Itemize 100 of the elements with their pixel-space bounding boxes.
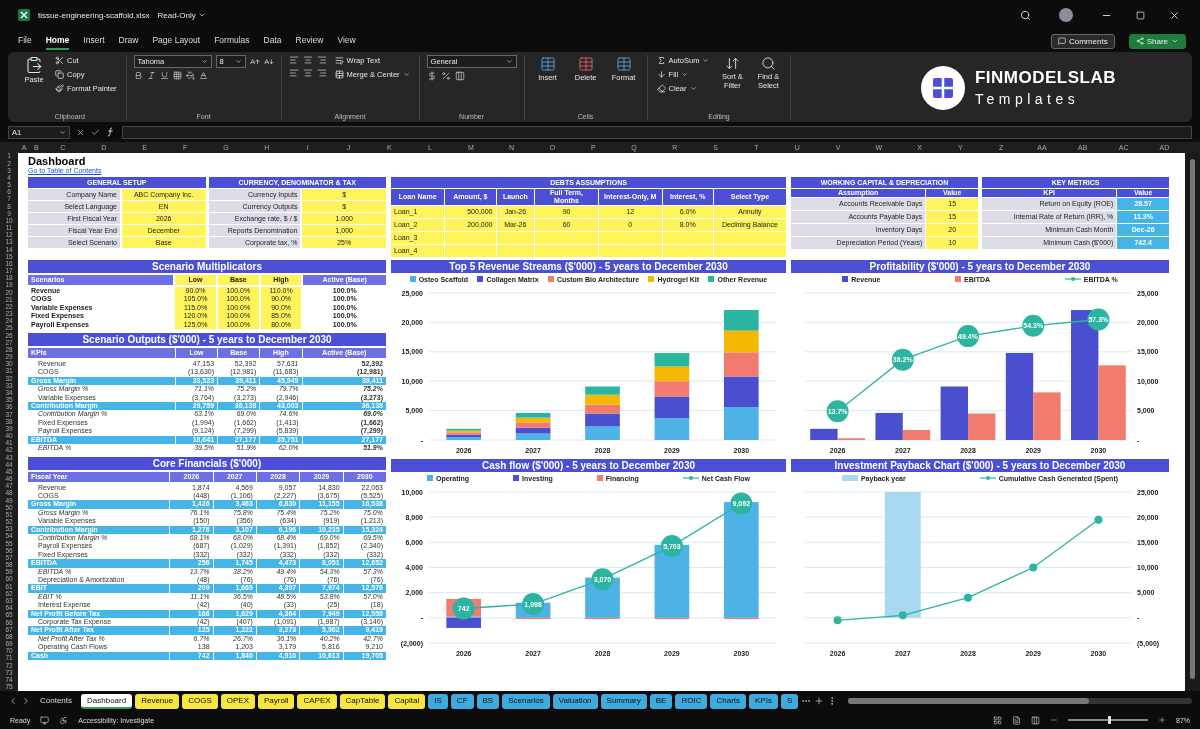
sheet-tab[interactable]: COGS bbox=[182, 693, 218, 709]
menu-tab[interactable]: Data bbox=[263, 32, 282, 50]
zoom-in-icon bbox=[1158, 716, 1166, 724]
sheet-tab[interactable]: BE bbox=[649, 693, 673, 709]
sheet-tab[interactable]: Payroll bbox=[258, 693, 295, 709]
formula-input[interactable] bbox=[122, 125, 1192, 139]
chart-title: Cash flow ($'000) - 5 years to December 2030 bbox=[391, 459, 786, 472]
sheet-tab[interactable]: Dashboard bbox=[81, 693, 133, 709]
currency-icon bbox=[426, 71, 437, 81]
sheet-tab[interactable]: BS bbox=[476, 693, 500, 709]
chart-title: Investment Payback Chart ($'000) - 5 years to December 2030 bbox=[791, 459, 1169, 472]
table-icon bbox=[615, 56, 632, 72]
sheet-tab[interactable]: CF bbox=[450, 693, 474, 709]
sheet-tab[interactable]: S bbox=[780, 693, 799, 709]
align-center-icon bbox=[302, 68, 313, 78]
page-layout-icon bbox=[1012, 715, 1021, 725]
sort-icon bbox=[724, 56, 740, 71]
underline-icon bbox=[159, 71, 169, 80]
align-left-icon bbox=[288, 55, 299, 65]
read-only-dropdown[interactable]: Read-Only bbox=[157, 10, 206, 20]
sheet-tab[interactable]: IS bbox=[428, 693, 448, 709]
eraser-icon bbox=[656, 84, 666, 93]
table-cell bbox=[662, 232, 713, 244]
sheet-tab[interactable]: Capital bbox=[388, 693, 426, 709]
search-icon bbox=[1020, 9, 1031, 21]
search-icon bbox=[760, 56, 776, 71]
sheet-tab[interactable]: Contents bbox=[34, 693, 79, 709]
arrow-down-icon bbox=[656, 70, 666, 79]
sheet-tab[interactable]: Summary bbox=[600, 693, 647, 709]
section-title: Core Financials ($'000) bbox=[28, 456, 386, 470]
table-cell bbox=[535, 245, 598, 257]
fill-color-icon bbox=[185, 71, 195, 80]
share-icon bbox=[1135, 37, 1144, 45]
font-color-icon bbox=[198, 71, 208, 80]
sigma-icon bbox=[656, 56, 666, 65]
percent-icon bbox=[440, 71, 451, 81]
sheet-tab[interactable]: Scenarios bbox=[502, 693, 550, 709]
table-cell bbox=[496, 245, 535, 257]
menu-tab[interactable]: Formulas bbox=[214, 32, 250, 50]
sheet-tab[interactable]: CAPEX bbox=[297, 693, 337, 709]
menu-tab[interactable]: View bbox=[337, 32, 356, 50]
sheet-tab[interactable]: Charts bbox=[710, 693, 746, 709]
page-break-icon bbox=[1031, 715, 1040, 725]
sheet-tab[interactable]: KPIs bbox=[749, 693, 778, 709]
section-title: Scenario Outputs ($'000) - 5 years to December 2030 bbox=[28, 333, 386, 347]
function-icon bbox=[106, 127, 116, 137]
normal-view-icon bbox=[993, 715, 1002, 725]
table-cell bbox=[662, 245, 713, 257]
align-center-icon bbox=[302, 55, 313, 65]
caret-icon bbox=[59, 128, 66, 136]
caret-icon bbox=[197, 11, 206, 19]
table-cell bbox=[445, 232, 496, 244]
restore-icon bbox=[1136, 10, 1145, 20]
table-icon bbox=[539, 56, 556, 72]
scissors-icon bbox=[55, 56, 64, 65]
menu-tab[interactable]: Review bbox=[295, 32, 324, 50]
increase-font-icon bbox=[249, 56, 260, 67]
accessibility-icon bbox=[59, 715, 69, 725]
zoom-slider-thumb[interactable] bbox=[1108, 716, 1111, 724]
italic-icon bbox=[146, 71, 156, 80]
share-button[interactable]: Share bbox=[1128, 33, 1186, 49]
sheet-tab[interactable]: Valuation bbox=[552, 693, 598, 709]
wrap-text-icon bbox=[334, 56, 344, 65]
caret-icon bbox=[1171, 37, 1179, 45]
comment-icon bbox=[1057, 37, 1066, 45]
table-cell bbox=[535, 232, 598, 244]
sheet-tab[interactable]: Revenue bbox=[135, 693, 180, 709]
chart-title: Top 5 Revenue Streams ($'000) - 5 years to December 2030 bbox=[391, 260, 786, 273]
previous-sheet-icon bbox=[8, 696, 18, 706]
sheet-tab[interactable]: OPEX bbox=[220, 693, 255, 709]
data-point-marker bbox=[1094, 515, 1103, 524]
spreadsheet-app-icon bbox=[18, 9, 30, 21]
caret-icon bbox=[402, 71, 410, 78]
sheet-tab[interactable]: ROIC bbox=[675, 693, 708, 709]
menu-tab[interactable]: Draw bbox=[118, 32, 139, 50]
caret-icon bbox=[234, 58, 242, 65]
vertical-scrollbar[interactable] bbox=[1185, 153, 1200, 691]
borders-icon bbox=[172, 71, 182, 80]
section-title: Scenario Multiplicators bbox=[28, 260, 386, 273]
chart-title: Profitability ($'000) - 5 years to December 2030 bbox=[791, 260, 1169, 273]
table-cell bbox=[598, 232, 662, 244]
paintbrush-icon bbox=[55, 84, 64, 93]
comments-button[interactable]: Comments bbox=[1050, 33, 1115, 49]
menu-tab[interactable]: Insert bbox=[83, 32, 105, 50]
menu-tab[interactable]: Home bbox=[45, 32, 70, 50]
logo-tagline: Templates bbox=[974, 91, 1081, 107]
caret-icon bbox=[702, 57, 710, 64]
caret-icon bbox=[505, 58, 513, 65]
menu-tab[interactable]: Page Layout bbox=[152, 32, 201, 50]
next-sheet-icon bbox=[21, 696, 31, 706]
data-point-marker bbox=[898, 611, 907, 620]
menu-tab[interactable]: File bbox=[18, 32, 32, 50]
bold-icon bbox=[133, 71, 143, 80]
copy-icon bbox=[55, 70, 64, 79]
sheet-tab[interactable]: CapTable bbox=[339, 693, 386, 709]
close-icon bbox=[1169, 9, 1180, 21]
logo-name: FINMODELSLAB bbox=[974, 68, 1116, 88]
data-point-marker bbox=[964, 593, 972, 602]
horizontal-scrollbar[interactable] bbox=[848, 698, 1192, 704]
cancel-icon bbox=[76, 127, 85, 137]
